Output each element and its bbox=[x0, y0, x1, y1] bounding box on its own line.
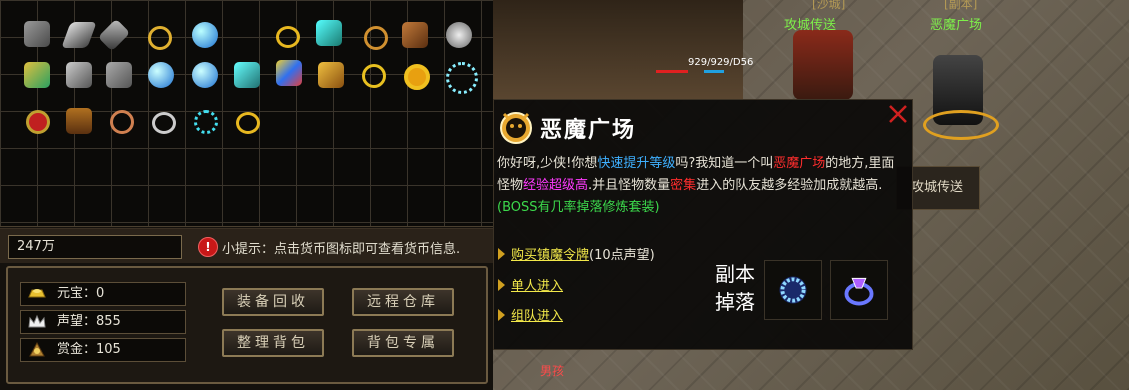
pearl-necklace-item-icon[interactable] bbox=[446, 62, 478, 94]
blade-item-icon[interactable] bbox=[61, 22, 97, 48]
ingot-label: 元宝：0 bbox=[57, 286, 105, 301]
crystal-item-icon-2[interactable] bbox=[234, 62, 260, 88]
gauntlet-item-icon-2[interactable] bbox=[106, 62, 132, 88]
npc-label-siege[interactable]: 攻城传送 bbox=[784, 14, 836, 33]
crystal-item-icon[interactable] bbox=[316, 20, 342, 46]
dialog-title: 恶魔广场 bbox=[540, 118, 637, 143]
necklace-item-icon[interactable] bbox=[446, 22, 472, 48]
drop-slot-2[interactable] bbox=[830, 260, 888, 320]
bracelet-item-icon[interactable] bbox=[110, 110, 134, 134]
purple-gem-ring-icon bbox=[844, 277, 874, 306]
solo-enter-link[interactable]: 单人进入 bbox=[498, 275, 563, 294]
arrow-icon-3 bbox=[498, 309, 505, 321]
currency-bar: 247万 ! 小提示：点击货币图标即可查看货币信息. bbox=[0, 228, 493, 263]
inventory-panel: 247万 ! 小提示：点击货币图标即可查看货币信息. 元宝：0 声望：855 赏… bbox=[0, 0, 493, 390]
body-highlight-exp: 经验超级高 bbox=[523, 178, 589, 193]
bounty-icon[interactable] bbox=[27, 341, 47, 359]
gold-ring-item-icon[interactable] bbox=[276, 26, 300, 48]
player-name-tag: 男孩 bbox=[540, 364, 565, 378]
ornate-item-icon[interactable] bbox=[24, 62, 50, 88]
npc-dialog: 恶魔广场 你好呀,少侠!你想快速提升等级吗?我知道一个叫恶魔广场的地方,里面怪物… bbox=[493, 99, 913, 350]
dialog-body: 你好呀,少侠!你想快速提升等级吗?我知道一个叫恶魔广场的地方,里面怪物经验超级高… bbox=[497, 153, 907, 219]
prestige-stat: 声望：855 bbox=[20, 310, 186, 334]
npc-sub-label-siege: [沙城] bbox=[812, 0, 846, 11]
inventory-grid[interactable] bbox=[0, 0, 493, 227]
silver-ring-item-icon[interactable] bbox=[152, 112, 176, 134]
team-enter-label[interactable]: 组队进入 bbox=[511, 309, 563, 324]
body-text-4: .并且怪物数量 bbox=[588, 178, 671, 193]
tip-text: 小提示：点击货币图标即可查看货币信息. bbox=[222, 242, 461, 257]
gold-ring-item-icon-4[interactable] bbox=[236, 112, 260, 134]
body-highlight-boss: (BOSS有几率掉落修炼套装) bbox=[497, 200, 660, 215]
player-hp-readout: 929/929/D56 bbox=[688, 57, 754, 68]
body-highlight-level: 快速提升等级 bbox=[597, 156, 676, 171]
body-text-1: 你好呀,少侠!你想 bbox=[497, 156, 598, 171]
demon-skull-icon bbox=[500, 112, 532, 144]
drop-slot-1[interactable] bbox=[764, 260, 822, 320]
gold-ingot-icon[interactable] bbox=[27, 285, 47, 303]
blue-orb-item-icon[interactable] bbox=[192, 22, 218, 48]
body-highlight-place: 恶魔广场 bbox=[773, 156, 826, 171]
currency-frame: 元宝：0 声望：855 赏金：105 装备回收 远程仓库 整理背包 背包专属 bbox=[6, 266, 488, 384]
arrow-icon-2 bbox=[498, 279, 505, 291]
blue-orb-item-icon-3[interactable] bbox=[192, 62, 218, 88]
body-highlight-dense: 密集 bbox=[670, 178, 697, 193]
drop-label-line2: 掉落 bbox=[715, 290, 755, 314]
blue-crystal-bracelet-icon bbox=[779, 276, 807, 304]
npc-selection-ring bbox=[923, 110, 999, 140]
castle-building bbox=[493, 0, 743, 100]
teal-bracelet-item-icon[interactable] bbox=[194, 110, 218, 134]
bracer-item-icon[interactable] bbox=[66, 62, 92, 88]
drop-label: 副本 掉落 bbox=[710, 260, 760, 316]
npc-sub-label-instance: [副本] bbox=[944, 0, 978, 11]
drop-label-line1: 副本 bbox=[715, 262, 755, 286]
bag-exclusive-button[interactable]: 背包专属 bbox=[352, 329, 454, 357]
equipment-recycle-button[interactable]: 装备回收 bbox=[222, 288, 324, 316]
sword-item-icon[interactable] bbox=[97, 18, 131, 52]
gold-amount-field: 247万 bbox=[8, 235, 182, 259]
arrow-icon bbox=[498, 248, 505, 260]
barrel-item-icon[interactable] bbox=[66, 108, 92, 134]
remote-storage-button[interactable]: 远程仓库 bbox=[352, 288, 454, 316]
gold-ring-item-icon-2[interactable] bbox=[362, 64, 386, 88]
buy-token-link[interactable]: 购买镇魔令牌(10点声望) bbox=[498, 244, 655, 263]
close-icon[interactable] bbox=[886, 102, 910, 126]
blue-orb-item-icon-2[interactable] bbox=[148, 62, 174, 88]
gem-ring-item-icon[interactable] bbox=[26, 110, 50, 134]
guard-npc[interactable] bbox=[793, 30, 853, 100]
mp-bar bbox=[704, 70, 724, 73]
ring-item-icon[interactable] bbox=[148, 26, 172, 50]
buy-token-cost: (10点声望) bbox=[589, 248, 655, 263]
buy-token-label[interactable]: 购买镇魔令牌 bbox=[511, 248, 589, 263]
leather-glove-item-icon[interactable] bbox=[402, 22, 428, 48]
solo-enter-label[interactable]: 单人进入 bbox=[511, 279, 563, 294]
body-text-5: 进入的队友越多经验加成就越高. bbox=[696, 178, 883, 193]
team-enter-link[interactable]: 组队进入 bbox=[498, 305, 563, 324]
hp-bar bbox=[656, 70, 688, 73]
crown-icon[interactable] bbox=[27, 313, 47, 331]
gold-ring-item-icon-3[interactable] bbox=[404, 64, 430, 90]
sort-bag-button[interactable]: 整理背包 bbox=[222, 329, 324, 357]
prestige-label: 声望：855 bbox=[57, 314, 121, 329]
warning-icon: ! bbox=[198, 237, 218, 257]
colorful-armor-item-icon[interactable] bbox=[276, 60, 302, 86]
ingot-stat: 元宝：0 bbox=[20, 282, 186, 306]
ring-item-icon-2[interactable] bbox=[364, 26, 388, 50]
bounty-label: 赏金：105 bbox=[57, 342, 121, 357]
body-text-2: 吗?我知道一个叫 bbox=[675, 156, 774, 171]
gold-glove-item-icon[interactable] bbox=[318, 62, 344, 88]
bounty-stat: 赏金：105 bbox=[20, 338, 186, 362]
gauntlet-item-icon[interactable] bbox=[24, 21, 50, 47]
npc-label-demon-square[interactable]: 恶魔广场 bbox=[930, 14, 982, 33]
